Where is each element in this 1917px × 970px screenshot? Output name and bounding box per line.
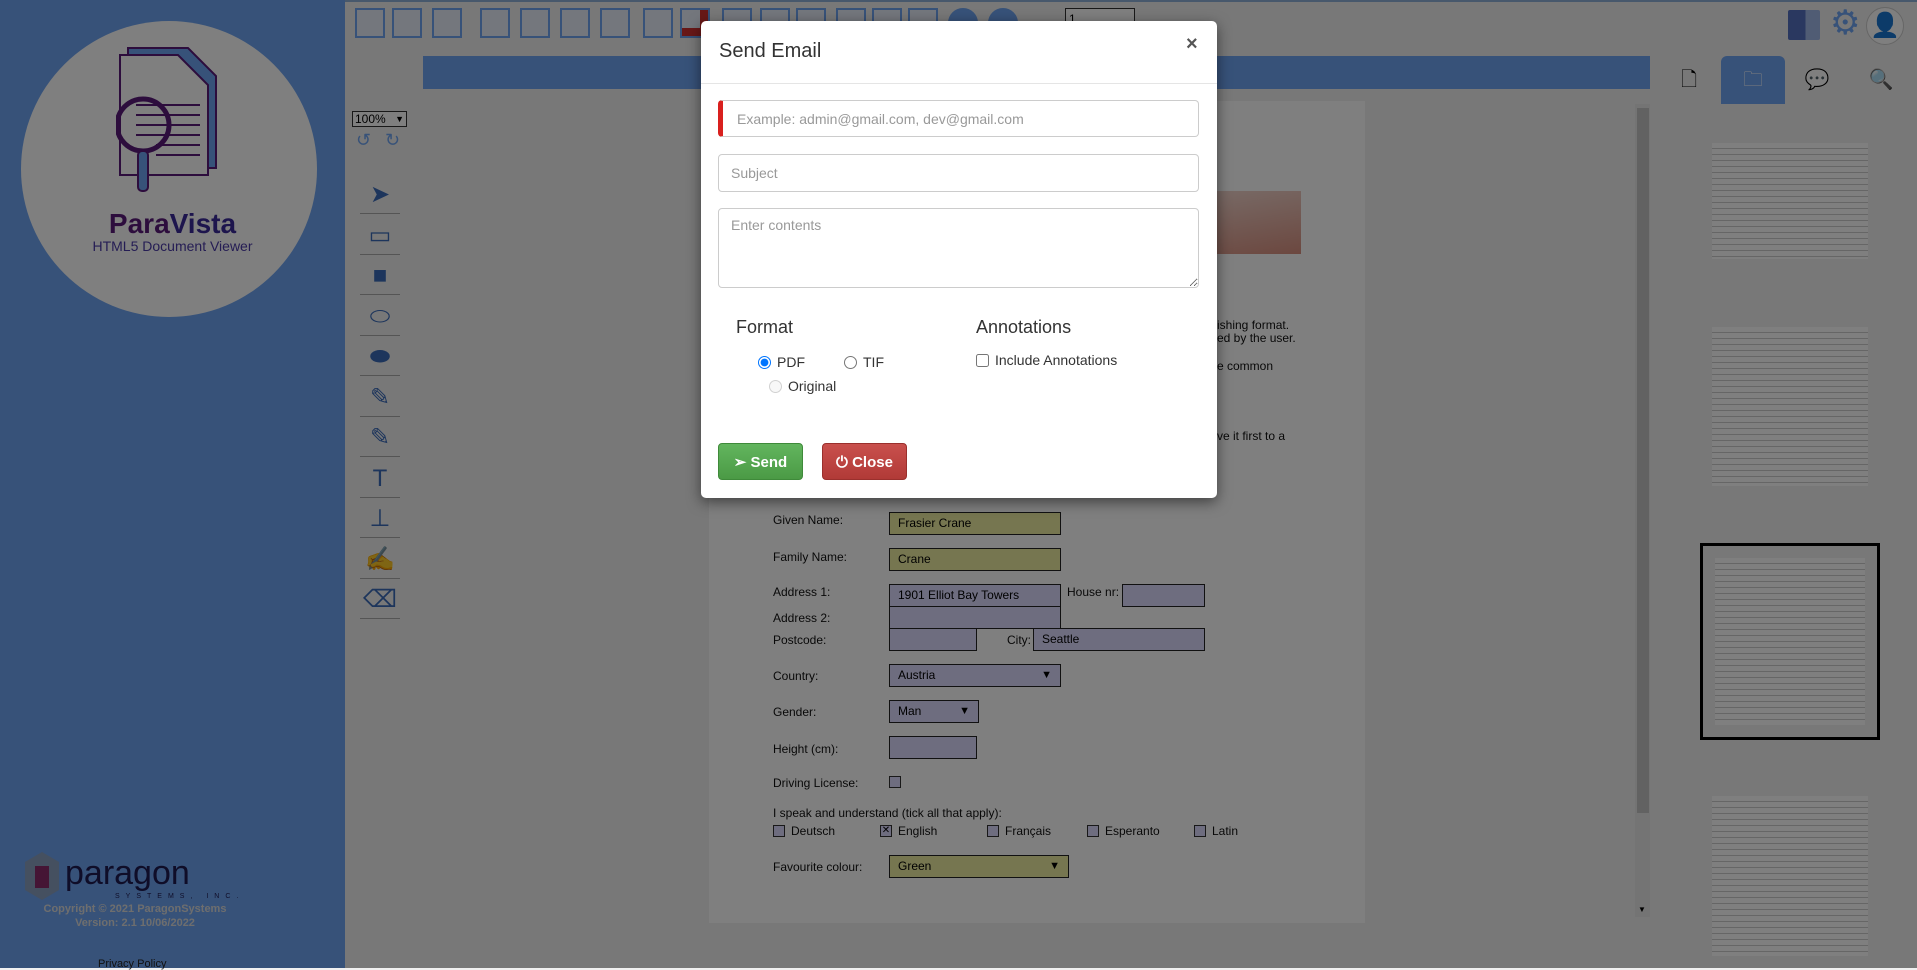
email-recipients-input[interactable] <box>718 100 1199 137</box>
paper-plane-icon: ➢ <box>733 454 751 471</box>
pdf-label: PDF <box>777 354 805 370</box>
original-label: Original <box>788 378 837 394</box>
dialog-title: Send Email <box>719 40 822 62</box>
send-email-dialog: Send Email × Format PDF TIF Original Ann… <box>701 21 1217 498</box>
annotations-heading: Annotations <box>976 317 1072 337</box>
pdf-radio[interactable] <box>758 355 771 369</box>
format-original-radio[interactable]: Original <box>769 378 836 394</box>
format-heading: Format <box>736 317 794 337</box>
close-label: Close <box>852 454 893 471</box>
contents-textarea[interactable] <box>718 208 1199 288</box>
power-icon: ⏻ <box>836 454 853 471</box>
divider <box>701 83 1217 84</box>
send-label: Send <box>750 454 788 471</box>
tif-radio[interactable] <box>844 355 857 369</box>
format-tif-radio[interactable]: TIF <box>844 354 884 370</box>
include-annotations-label: Include Annotations <box>995 352 1118 368</box>
close-icon[interactable]: × <box>1186 33 1198 56</box>
format-pdf-radio[interactable]: PDF <box>758 354 805 370</box>
original-radio[interactable] <box>769 379 782 393</box>
send-button[interactable]: ➢ Send <box>718 443 803 480</box>
annotations-checkbox[interactable] <box>976 353 989 367</box>
include-annotations-checkbox[interactable]: Include Annotations <box>976 352 1117 368</box>
tif-label: TIF <box>863 354 884 370</box>
subject-input[interactable] <box>718 154 1199 192</box>
close-button[interactable]: ⏻ Close <box>822 443 907 480</box>
